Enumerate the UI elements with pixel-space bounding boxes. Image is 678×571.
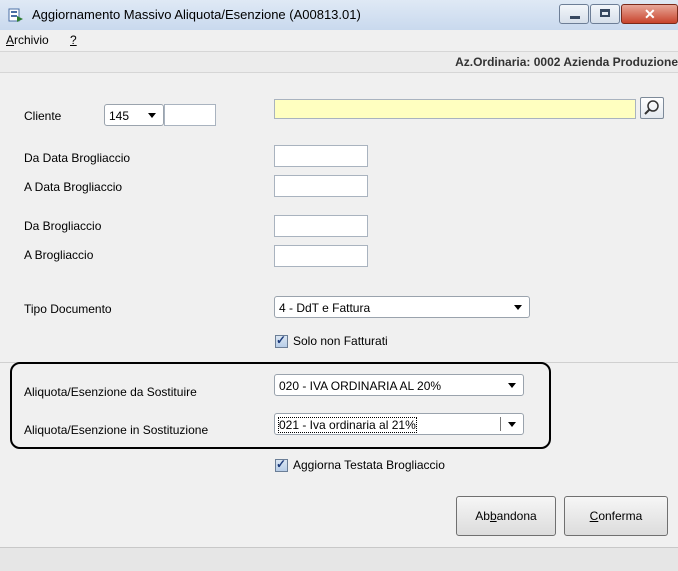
menu-bar: Archivio ?	[0, 30, 678, 50]
chevron-down-icon	[514, 305, 522, 310]
conferma-button[interactable]: Conferma	[564, 496, 668, 536]
a-brogliaccio-field[interactable]	[274, 245, 368, 267]
tipo-documento-label: Tipo Documento	[24, 302, 112, 316]
minimize-button[interactable]	[559, 4, 589, 24]
company-bar: Az.Ordinaria: 0002 Azienda Produzione	[0, 51, 678, 73]
tipo-documento-combo[interactable]: 4 - DdT e Fattura	[274, 296, 530, 318]
window-title: Aggiornamento Massivo Aliquota/Esenzione…	[32, 7, 361, 22]
checkmark-icon: ✓	[276, 457, 287, 471]
solo-non-fatturati-checkbox[interactable]: ✓	[275, 333, 288, 348]
app-icon	[8, 8, 23, 22]
menu-archivio-label: rchivio	[14, 33, 49, 47]
conferma-label-mnemonic: C	[589, 509, 599, 523]
cliente-code-field[interactable]	[164, 104, 216, 126]
a-brogliaccio-label: A Brogliaccio	[24, 248, 94, 262]
minimize-icon	[570, 16, 580, 19]
a-data-brogliaccio-field[interactable]	[274, 175, 368, 197]
abbandona-label-mnemonic: b	[489, 509, 497, 523]
close-button[interactable]: ✕	[621, 4, 678, 24]
a-data-brogliaccio-label: A Data Brogliaccio	[24, 180, 123, 194]
main-window: Aggiornamento Massivo Aliquota/Esenzione…	[0, 0, 678, 571]
da-brogliaccio-field[interactable]	[274, 215, 368, 237]
abbandona-label-b: andona	[496, 509, 537, 523]
close-icon: ✕	[644, 6, 656, 22]
menu-help-label: ?	[70, 33, 77, 47]
search-icon	[644, 100, 659, 115]
da-data-brogliaccio-field[interactable]	[274, 145, 368, 167]
menu-help[interactable]: ?	[70, 33, 77, 47]
maximize-button[interactable]	[590, 4, 620, 24]
abbandona-label-a: Ab	[475, 509, 490, 523]
cliente-label: Cliente	[24, 109, 62, 123]
highlight-frame	[10, 362, 551, 449]
company-label: Az.Ordinaria: 0002 Azienda Produzione	[455, 55, 678, 69]
menu-archivio[interactable]: Archivio	[6, 33, 49, 47]
cliente-search-button[interactable]	[640, 97, 664, 119]
menu-archivio-mnemonic: A	[6, 33, 15, 47]
aggiorna-testata-label: Aggiorna Testata Brogliaccio	[293, 458, 445, 472]
maximize-icon	[600, 9, 610, 17]
tipo-documento-value: 4 - DdT e Fattura	[279, 301, 371, 315]
aggiorna-testata-checkbox[interactable]: ✓	[275, 457, 288, 472]
cliente-name-field[interactable]	[274, 99, 636, 119]
cliente-combo[interactable]: 145	[104, 104, 164, 126]
chevron-down-icon	[148, 113, 156, 118]
da-brogliaccio-label: Da Brogliaccio	[24, 219, 102, 233]
solo-non-fatturati-label: Solo non Fatturati	[293, 334, 388, 348]
da-data-brogliaccio-label: Da Data Brogliaccio	[24, 151, 131, 165]
cliente-combo-value: 145	[109, 109, 130, 123]
title-bar[interactable]: Aggiornamento Massivo Aliquota/Esenzione…	[0, 0, 678, 31]
checkmark-icon: ✓	[276, 333, 287, 347]
conferma-label: onferma	[598, 509, 643, 523]
abbandona-button[interactable]: Abbandona	[456, 496, 556, 536]
status-bar	[0, 547, 678, 571]
